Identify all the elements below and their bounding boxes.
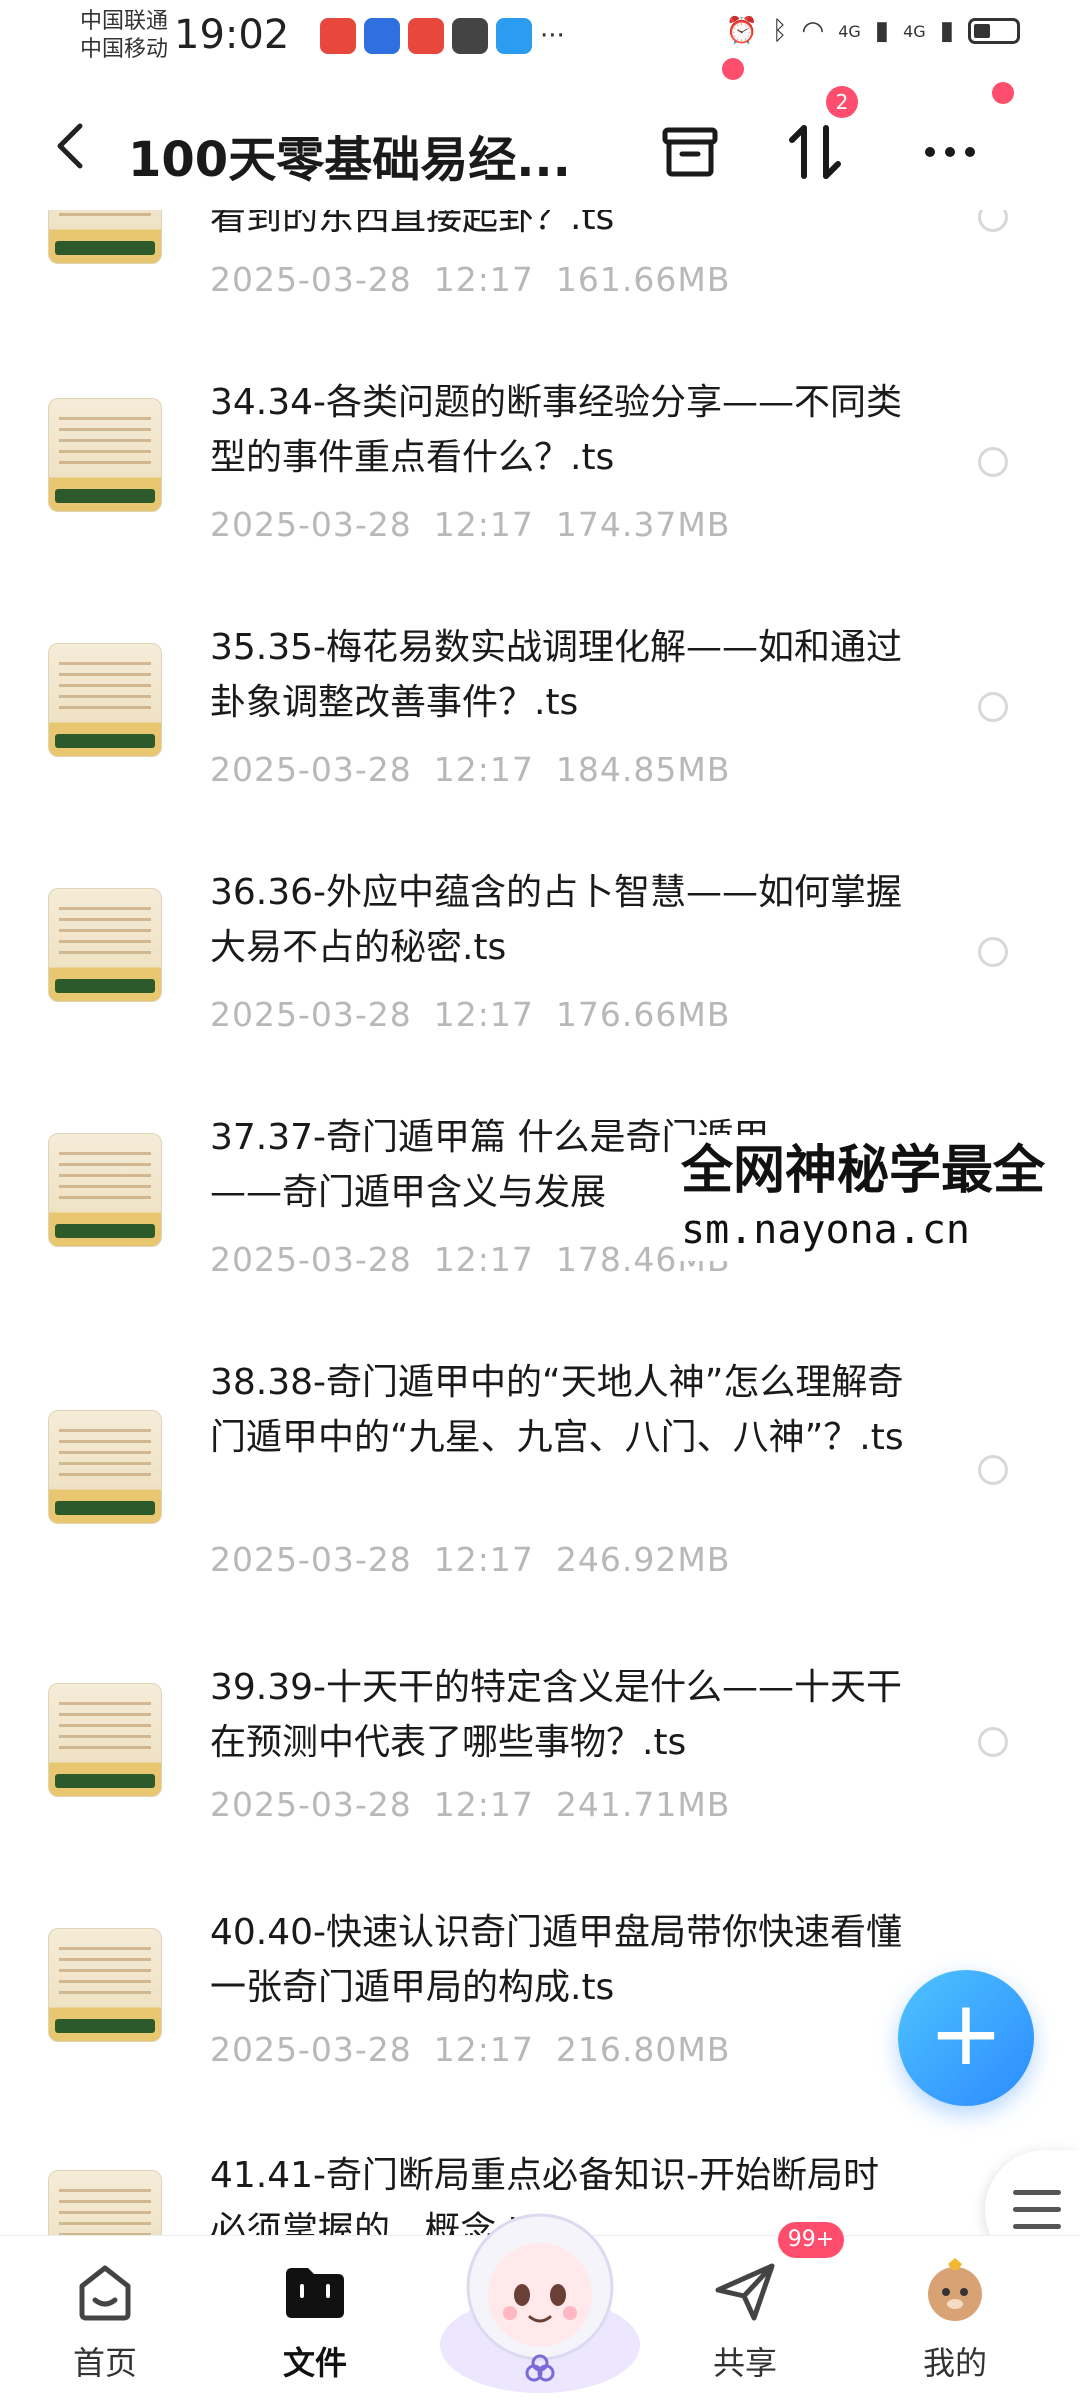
file-thumbnail: [48, 1683, 162, 1797]
more-button[interactable]: [915, 116, 985, 186]
nav-home[interactable]: 首页: [25, 2256, 185, 2384]
file-list: 看到的东西直接起卦？.ts 2025-03-28 12:17 161.66MB 34…: [0, 0, 1080, 2235]
file-date: 2025-03-28: [210, 260, 412, 299]
watermark-line-2: sm.nayona.cn: [681, 1207, 970, 1253]
archive-icon: [662, 127, 718, 177]
file-time: 12:17: [433, 750, 534, 789]
file-meta: 2025-03-28 12:17 241.71MB: [210, 1785, 752, 1825]
file-size: 184.85MB: [555, 750, 731, 789]
home-icon: [70, 2256, 140, 2326]
sort-badge: 2: [826, 86, 858, 118]
file-thumbnail: [48, 398, 162, 512]
file-size: 176.66MB: [555, 995, 731, 1034]
file-time: 12:17: [433, 505, 534, 544]
archive-button[interactable]: [655, 116, 725, 186]
select-radio[interactable]: [978, 1455, 1008, 1485]
watermark-overlay: 全网神秘学最全 sm.nayona.cn: [675, 1135, 1080, 1261]
select-radio[interactable]: [978, 1727, 1008, 1757]
file-time: 12:17: [433, 1785, 534, 1824]
add-icon: +: [928, 1981, 1004, 2086]
file-thumbnail: [48, 1410, 162, 1524]
file-size: 174.37MB: [555, 505, 731, 544]
file-time: 12:17: [433, 995, 534, 1034]
page-title: 100天零基础易经...: [128, 132, 571, 188]
folder-icon: [280, 2256, 350, 2326]
file-thumbnail: [48, 888, 162, 1002]
add-button[interactable]: +: [898, 1970, 1034, 2106]
file-thumbnail: [48, 643, 162, 757]
file-date: 2025-03-28: [210, 750, 412, 789]
more-icon: [925, 147, 975, 157]
file-thumbnail: [48, 1928, 162, 2042]
select-radio[interactable]: [978, 692, 1008, 722]
file-time: 12:17: [433, 1540, 534, 1579]
share-badge: 99+: [778, 2222, 844, 2258]
file-time: 12:17: [433, 2030, 534, 2069]
select-radio[interactable]: [978, 447, 1008, 477]
nav-share[interactable]: 共享: [665, 2256, 825, 2384]
file-meta: 2025-03-28 12:17 161.66MB: [210, 260, 752, 300]
file-name: 39.39-十天干的特定含义是什么——十天干在预测中代表了哪些事物？.ts: [210, 1667, 903, 1763]
file-meta: 2025-03-28 12:17 176.66MB: [210, 995, 752, 1035]
profile-icon: [920, 2256, 990, 2326]
file-name: 36.36-外应中蕴含的占卜智慧——如何掌握大易不占的秘密.ts: [210, 872, 903, 968]
file-size: 161.66MB: [555, 260, 731, 299]
nav-mine-label: 我的: [922, 2344, 987, 2382]
file-time: 12:17: [433, 1240, 534, 1279]
file-name: 34.34-各类问题的断事经验分享——不同类型的事件重点看什么？.ts: [210, 382, 903, 478]
sort-icon: [789, 125, 841, 179]
mascot-icon: [440, 2213, 640, 2393]
file-thumbnail: [48, 2170, 162, 2235]
file-name: 38.38-奇门遁甲中的“天地人神”怎么理解奇门遁甲中的“九星、九宫、八门、八神…: [210, 1362, 904, 1458]
file-meta: 2025-03-28 12:17 246.92MB: [210, 1540, 752, 1580]
title-bar: 100天零基础易经... 2: [0, 58, 1080, 210]
more-notification-dot: [992, 82, 1014, 104]
archive-notification-dot: [722, 58, 744, 80]
file-date: 2025-03-28: [210, 2030, 412, 2069]
file-size: 246.92MB: [555, 1540, 731, 1579]
assistant-mascot-button[interactable]: [430, 2195, 650, 2395]
file-date: 2025-03-28: [210, 995, 412, 1034]
file-time: 12:17: [433, 260, 534, 299]
file-meta: 2025-03-28 12:17 174.37MB: [210, 505, 752, 545]
nav-share-label: 共享: [712, 2344, 777, 2382]
file-meta: 2025-03-28 12:17 184.85MB: [210, 750, 752, 790]
file-date: 2025-03-28: [210, 1785, 412, 1824]
file-date: 2025-03-28: [210, 505, 412, 544]
file-thumbnail: [48, 1133, 162, 1247]
file-size: 241.71MB: [555, 1785, 731, 1824]
file-meta: 2025-03-28 12:17 178.46MB: [210, 1240, 752, 1280]
sort-button[interactable]: [780, 116, 850, 186]
watermark-line-1: 全网神秘学最全: [681, 1141, 1046, 1201]
select-radio[interactable]: [978, 937, 1008, 967]
file-name: 35.35-梅花易数实战调理化解——如和通过卦象调整改善事件？.ts: [210, 627, 903, 723]
file-date: 2025-03-28: [210, 1240, 412, 1279]
nav-files-label: 文件: [282, 2344, 347, 2382]
back-icon: [57, 123, 83, 169]
share-icon: [710, 2256, 780, 2326]
file-date: 2025-03-28: [210, 1540, 412, 1579]
nav-mine[interactable]: 我的: [875, 2256, 1035, 2384]
file-meta: 2025-03-28 12:17 216.80MB: [210, 2030, 752, 2070]
nav-files[interactable]: 文件: [235, 2256, 395, 2384]
file-size: 216.80MB: [555, 2030, 731, 2069]
back-button[interactable]: [50, 118, 90, 184]
file-name: 40.40-快速认识奇门遁甲盘局带你快速看懂一张奇门遁甲局的构成.ts: [210, 1912, 903, 2008]
nav-home-label: 首页: [72, 2344, 137, 2382]
